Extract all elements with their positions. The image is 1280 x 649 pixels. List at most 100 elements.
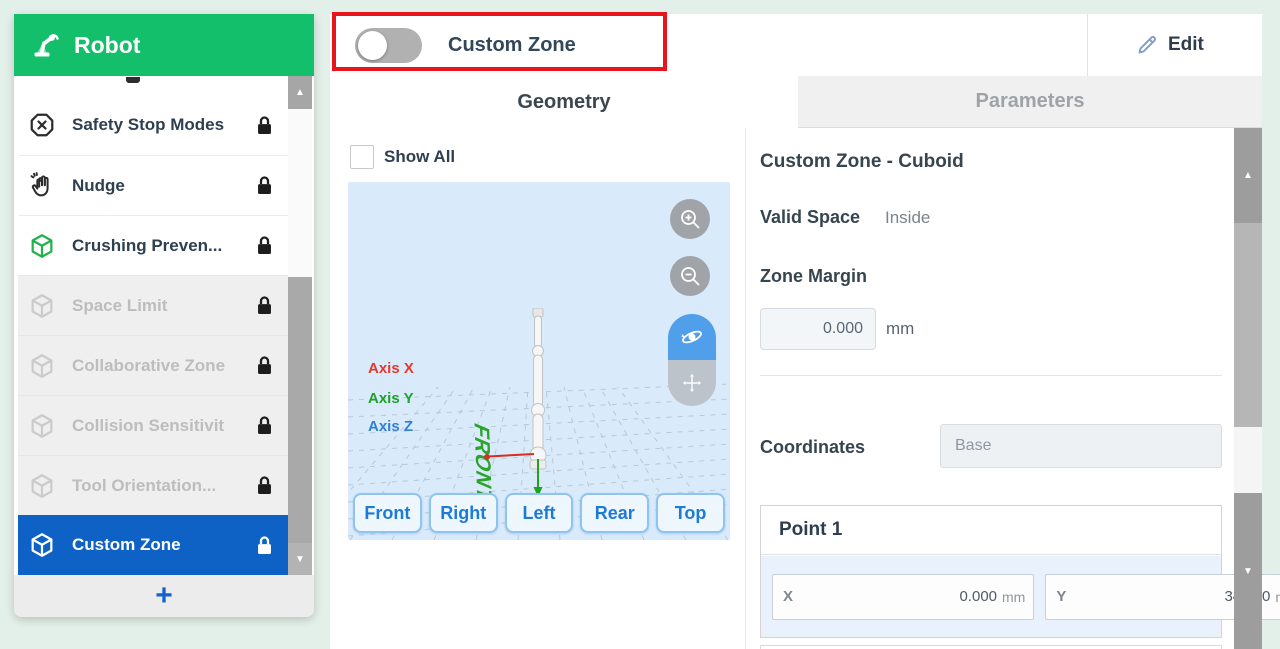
scroll-up-button[interactable]: ▲: [1234, 128, 1262, 223]
main-panel: Custom Zone Edit Geometry Parameters Sho…: [330, 14, 1262, 649]
field-label: X: [783, 588, 793, 605]
scroll-down-button[interactable]: ▼: [288, 543, 312, 575]
zoom-in-button[interactable]: [670, 199, 710, 239]
show-all-control: Show All: [350, 145, 455, 169]
app-root: Robot Safety Stop Modes Nudge: [0, 0, 1280, 649]
triangle-up-icon: ▲: [1243, 170, 1253, 181]
view-rear-button[interactable]: Rear: [580, 493, 649, 533]
view-button-label: Rear: [595, 503, 635, 524]
rotate-view-button[interactable]: [668, 314, 716, 360]
cube-icon: [28, 292, 56, 320]
lock-icon: [255, 535, 274, 556]
sidebar-item-label: Collision Sensitivit: [72, 416, 239, 436]
lock-icon: [255, 295, 274, 316]
sidebar-item-label: Safety Stop Modes: [72, 115, 239, 135]
sidebar-item-tool-orientation[interactable]: Tool Orientation...: [18, 455, 288, 515]
tab-bar: Geometry Parameters: [330, 76, 1262, 128]
sidebar-item-nudge[interactable]: Nudge: [18, 155, 288, 215]
custom-zone-toggle[interactable]: [355, 28, 422, 63]
zone-margin-input[interactable]: [760, 308, 876, 350]
point-1-fields: X mm Y mm Z mm: [761, 556, 1221, 637]
valid-space-value: Inside: [885, 208, 930, 228]
triangle-up-icon: ▲: [295, 87, 305, 98]
view-top-button[interactable]: Top: [656, 493, 725, 533]
sidebar-item-custom-zone[interactable]: Custom Zone: [18, 515, 288, 575]
cube-icon: [28, 531, 56, 559]
coordinates-value: Base: [955, 437, 991, 455]
tab-label: Parameters: [976, 90, 1085, 113]
triangle-down-icon: ▼: [1243, 566, 1253, 577]
sidebar-item-label: Space Limit: [72, 296, 239, 316]
cube-icon: [28, 472, 56, 500]
view-right-button[interactable]: Right: [429, 493, 498, 533]
coordinates-select[interactable]: Base: [940, 424, 1222, 468]
point-1-card: Point 1 X mm Y mm Z mm: [760, 505, 1222, 638]
tab-geometry[interactable]: Geometry: [330, 76, 798, 128]
view-button-label: Left: [522, 503, 555, 524]
scrollbar-thumb[interactable]: [1234, 223, 1262, 427]
view-left-button[interactable]: Left: [505, 493, 574, 533]
zoom-out-button[interactable]: [670, 256, 710, 296]
axis-z-label: Axis Z: [368, 418, 413, 435]
sidebar: Robot Safety Stop Modes Nudge: [14, 14, 314, 617]
edit-button[interactable]: Edit: [1135, 14, 1204, 76]
axis-y-label: Axis Y: [368, 390, 414, 407]
3d-viewer[interactable]: FRONT A: [348, 182, 730, 540]
point-1-x-input[interactable]: [798, 588, 997, 605]
topbar: Custom Zone Edit: [330, 14, 1262, 76]
point-1-title: Point 1: [761, 506, 1221, 555]
zone-margin-unit: mm: [886, 319, 914, 339]
point-1-x-field[interactable]: X mm: [772, 574, 1034, 620]
zone-type-title: Custom Zone - Cuboid: [760, 151, 964, 173]
sidebar-item-crushing-prevention[interactable]: Crushing Preven...: [18, 215, 288, 275]
lock-icon: [255, 415, 274, 436]
view-buttons: Front Right Left Rear Top: [353, 493, 725, 533]
sidebar-title: Robot: [74, 32, 140, 59]
nudge-hand-icon: [28, 172, 56, 200]
view-front-button[interactable]: Front: [353, 493, 422, 533]
sidebar-item-label: Crushing Preven...: [72, 236, 239, 256]
coordinates-label: Coordinates: [760, 437, 865, 458]
field-unit: mm: [1002, 589, 1025, 605]
toggle-label: Custom Zone: [448, 14, 576, 76]
lock-icon: [255, 475, 274, 496]
show-all-checkbox[interactable]: [350, 145, 374, 169]
axis-x-label: Axis X: [368, 360, 414, 377]
field-unit: mm: [1275, 589, 1280, 605]
lock-icon: [255, 175, 274, 196]
partially-scrolled-item: [126, 77, 140, 83]
robot-arm-model: [521, 308, 555, 470]
view-button-label: Right: [440, 503, 486, 524]
sidebar-item-safety-stop-modes[interactable]: Safety Stop Modes: [18, 95, 288, 155]
sidebar-item-label: Nudge: [72, 176, 239, 196]
sidebar-item-label: Tool Orientation...: [72, 476, 239, 496]
add-zone-button[interactable]: +: [14, 575, 314, 617]
sidebar-item-collision-sensitivity[interactable]: Collision Sensitivit: [18, 395, 288, 455]
pan-view-button[interactable]: [668, 360, 716, 406]
triangle-down-icon: ▼: [295, 554, 305, 565]
lock-icon: [255, 355, 274, 376]
lock-icon: [255, 235, 274, 256]
field-label: Y: [1056, 588, 1066, 605]
divider: [745, 128, 746, 649]
scroll-down-button[interactable]: ▼: [1234, 493, 1262, 649]
point-2-card-edge: [760, 645, 1222, 649]
orbit-icon: [679, 324, 705, 350]
four-arrows-icon: [681, 372, 703, 394]
tab-label: Geometry: [517, 91, 610, 114]
scrollbar-thumb[interactable]: [288, 277, 312, 543]
toggle-knob: [358, 31, 387, 60]
sidebar-item-space-limit[interactable]: Space Limit: [18, 275, 288, 335]
show-all-label: Show All: [384, 147, 455, 167]
pencil-icon: [1135, 33, 1159, 57]
sidebar-scrollbar[interactable]: ▲ ▼: [288, 76, 312, 575]
view-button-label: Top: [675, 503, 707, 524]
cube-icon: [28, 232, 56, 260]
sidebar-item-collaborative-zone[interactable]: Collaborative Zone: [18, 335, 288, 395]
scroll-up-button[interactable]: ▲: [288, 76, 312, 109]
tab-parameters[interactable]: Parameters: [798, 76, 1262, 128]
details-scrollbar[interactable]: ▲ ▼: [1234, 128, 1262, 649]
divider: [1087, 14, 1088, 76]
edit-label: Edit: [1168, 34, 1204, 56]
sidebar-item-label: Custom Zone: [72, 535, 239, 555]
